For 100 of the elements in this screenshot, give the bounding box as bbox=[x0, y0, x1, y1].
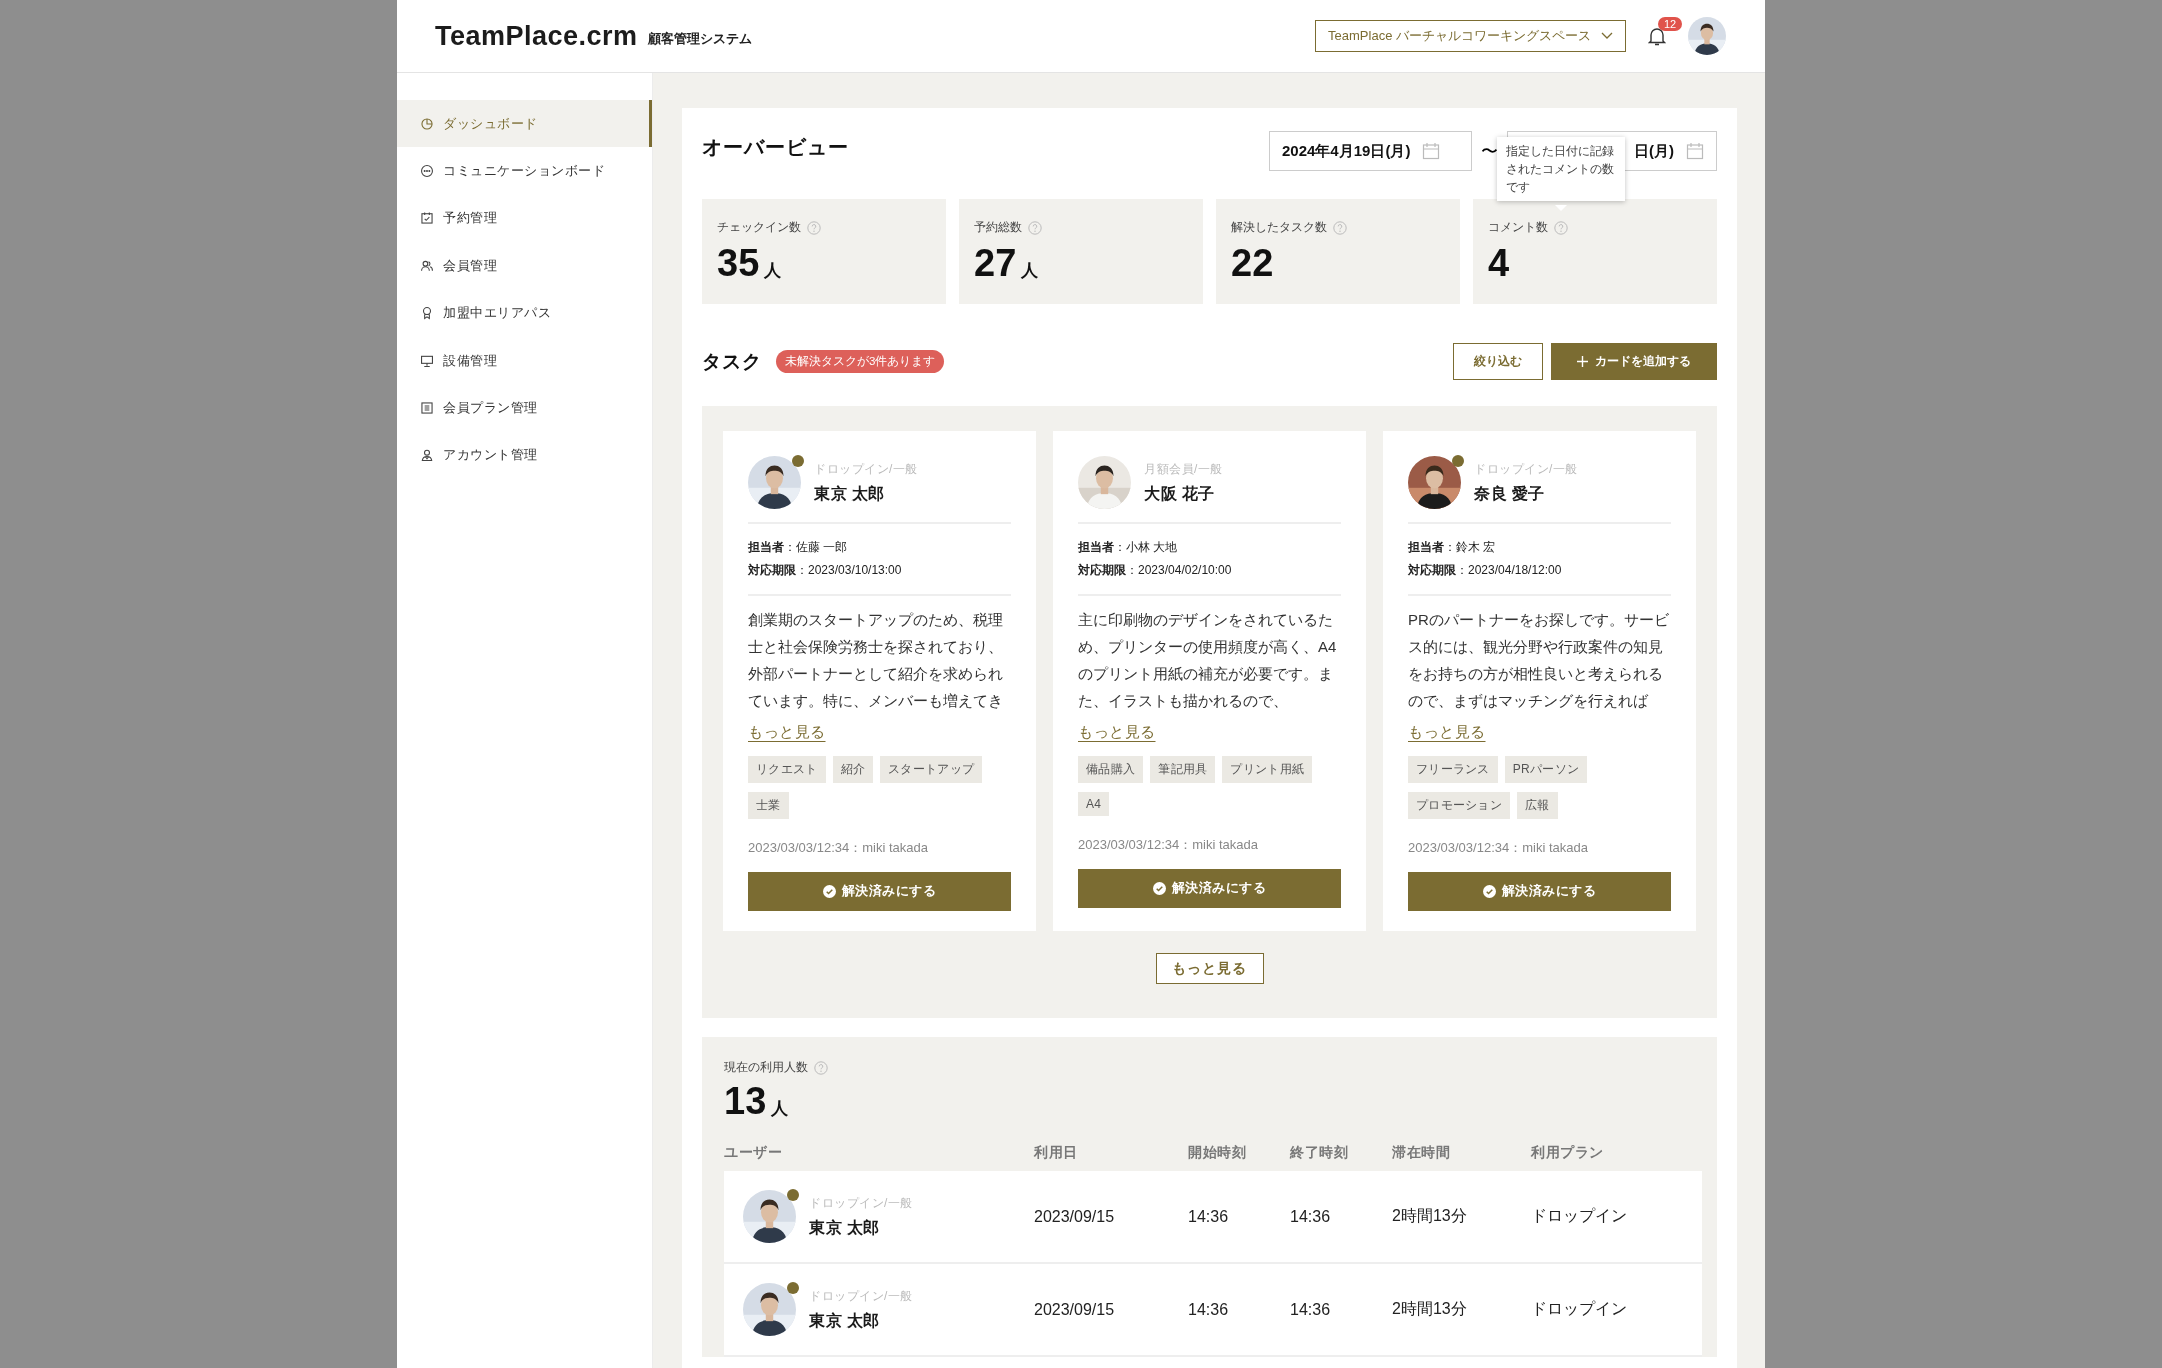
stat-value: 22 bbox=[1231, 242, 1274, 285]
read-more-link[interactable]: もっと見る bbox=[748, 723, 826, 742]
tag: 筆記用具 bbox=[1150, 756, 1216, 783]
table-cell-text: 14:36 bbox=[1290, 1300, 1332, 1319]
table-cell-text: 14:36 bbox=[1188, 1300, 1230, 1319]
sidebar-icon bbox=[420, 448, 434, 463]
tag: A4 bbox=[1078, 792, 1110, 816]
sidebar-item[interactable]: 加盟中エリアパス bbox=[397, 289, 652, 337]
sidebar-icon bbox=[420, 306, 434, 321]
table-cell-text: 2時間13分 bbox=[1392, 1299, 1468, 1319]
comment-meta: 2023/03/03/12:34：miki takada bbox=[1408, 839, 1589, 857]
assignee-text: 担当者：佐藤 一郎 bbox=[748, 539, 849, 556]
due-date-text: 対応期限：2023/04/18/12:00 bbox=[1408, 562, 1563, 579]
stat-label: コメント数 bbox=[1488, 219, 1548, 236]
stat-value: 13 bbox=[724, 1080, 767, 1123]
resolve-button[interactable]: 解決済みにする bbox=[1408, 872, 1671, 911]
notification-badge: 12 bbox=[1658, 17, 1683, 31]
tag: リクエスト bbox=[748, 756, 826, 783]
check-circle-icon bbox=[1152, 882, 1166, 895]
tag: PRパーソン bbox=[1504, 756, 1588, 783]
table-cell-text: ドロップイン bbox=[1531, 1206, 1628, 1226]
tag: スタートアップ bbox=[880, 756, 983, 783]
logo[interactable]: TeamPlace.crm bbox=[435, 20, 638, 52]
tag: プロモーション bbox=[1408, 792, 1511, 819]
add-card-button[interactable]: カードを追加する bbox=[1551, 343, 1717, 380]
plus-icon bbox=[1577, 356, 1588, 367]
app-subtitle: 顧客管理システム bbox=[647, 30, 752, 48]
member-name: 東京 太郎 bbox=[809, 1217, 881, 1238]
show-more-button[interactable]: もっと見る bbox=[1155, 953, 1264, 984]
bell-icon[interactable] bbox=[1648, 26, 1666, 46]
filter-button[interactable]: 絞り込む bbox=[1453, 343, 1543, 380]
sidebar-item[interactable]: ダッシュボード bbox=[397, 100, 652, 148]
date-separator: 〜 bbox=[1481, 140, 1498, 163]
stat-unit: 人 bbox=[764, 260, 782, 282]
member-name: 東京 太郎 bbox=[809, 1310, 881, 1331]
help-icon[interactable] bbox=[1554, 220, 1568, 235]
sidebar-icon bbox=[420, 401, 434, 416]
member-name: 東京 太郎 bbox=[814, 483, 886, 504]
sidebar-icon bbox=[420, 258, 434, 273]
calendar-icon bbox=[1422, 142, 1441, 160]
sidebar-icon bbox=[420, 164, 434, 179]
help-icon[interactable] bbox=[807, 220, 821, 235]
table-cell-text: ドロップイン bbox=[1531, 1299, 1628, 1319]
table-cell-text: 2時間13分 bbox=[1392, 1206, 1468, 1226]
date-field[interactable]: 2024年4月19日(月) bbox=[1269, 131, 1472, 171]
stat-value: 35 bbox=[717, 242, 760, 285]
calendar-icon bbox=[1686, 142, 1704, 160]
sidebar-icon bbox=[420, 353, 434, 368]
section-title: タスク bbox=[702, 349, 762, 374]
status-dot bbox=[787, 1282, 799, 1294]
stat-label: 解決したタスク数 bbox=[1231, 219, 1327, 236]
stat-label: 予約総数 bbox=[974, 219, 1022, 236]
tag: 備品購入 bbox=[1078, 756, 1144, 783]
stat-value: 4 bbox=[1488, 242, 1510, 285]
read-more-link[interactable]: もっと見る bbox=[1078, 723, 1156, 742]
column-header: 開始時刻 bbox=[1188, 1144, 1247, 1162]
task-description: 創業期のスタートアップのため、税理士と社会保険労務士を探されており、外部パートナーとして紹介を求められています。特に、メンバーも増えてき bbox=[748, 610, 1004, 711]
column-header: ユーザー bbox=[724, 1144, 783, 1162]
column-header: 利用プラン bbox=[1531, 1144, 1605, 1162]
comment-meta: 2023/03/03/12:34：miki takada bbox=[1078, 836, 1259, 854]
workspace-dropdown[interactable]: TeamPlace バーチャルコワーキングスペース bbox=[1315, 20, 1626, 52]
sidebar-item[interactable]: 設備管理 bbox=[397, 336, 652, 385]
help-icon[interactable] bbox=[1333, 220, 1347, 235]
due-date-text: 対応期限：2023/03/10/13:00 bbox=[748, 562, 903, 579]
check-circle-icon bbox=[1482, 885, 1496, 898]
member-name: 大阪 花子 bbox=[1144, 483, 1216, 504]
column-header: 終了時刻 bbox=[1290, 1144, 1349, 1162]
sidebar-item[interactable]: コミュニケーションボード bbox=[397, 147, 652, 195]
tag: 広報 bbox=[1517, 792, 1558, 819]
stat-unit: 人 bbox=[1021, 260, 1039, 282]
tag: 士業 bbox=[748, 792, 789, 819]
check-circle-icon bbox=[822, 885, 836, 898]
resolve-button[interactable]: 解決済みにする bbox=[748, 872, 1011, 911]
sidebar-item[interactable]: 会員管理 bbox=[397, 242, 652, 290]
tag: フリーランス bbox=[1408, 756, 1498, 783]
sidebar-icon bbox=[420, 211, 434, 226]
assignee-text: 担当者：小林 大地 bbox=[1078, 539, 1179, 556]
status-dot bbox=[792, 455, 804, 467]
sidebar-item[interactable]: 会員プラン管理 bbox=[397, 384, 652, 432]
help-icon[interactable] bbox=[1028, 220, 1042, 235]
tag: プリント用紙 bbox=[1222, 756, 1313, 783]
sidebar-item[interactable]: 予約管理 bbox=[397, 194, 652, 243]
comment-meta: 2023/03/03/12:34：miki takada bbox=[748, 839, 929, 857]
sidebar-icon bbox=[420, 116, 434, 131]
stat-unit: 人 bbox=[771, 1098, 789, 1120]
task-description: PRのパートナーをお探しです。サービス的には、観光分野や行政案件の知見をお持ちの方が相性良いと考えられるので、まずはマッチングを行えれば bbox=[1408, 610, 1670, 711]
task-description: 主に印刷物のデザインをされているため、プリンターの使用頻度が高く、A4のプリント用紙の補充が必要です。また、イラストも描かれるので、 bbox=[1078, 610, 1338, 711]
status-dot bbox=[787, 1189, 799, 1201]
resolve-button[interactable]: 解決済みにする bbox=[1078, 869, 1341, 908]
table-cell-text: 2023/09/15 bbox=[1034, 1207, 1116, 1226]
column-header: 滞在時間 bbox=[1392, 1144, 1451, 1162]
table-cell-text: 14:36 bbox=[1290, 1207, 1332, 1226]
sidebar-item[interactable]: アカウント管理 bbox=[397, 431, 652, 480]
tooltip-pointer bbox=[1555, 205, 1567, 211]
stat-value: 27 bbox=[974, 242, 1017, 285]
read-more-link[interactable]: もっと見る bbox=[1408, 723, 1486, 742]
stat-label: 現在の利用人数 bbox=[724, 1059, 808, 1076]
due-date-text: 対応期限：2023/04/02/10:00 bbox=[1078, 562, 1233, 579]
member-name: 奈良 愛子 bbox=[1474, 483, 1546, 504]
help-icon[interactable] bbox=[814, 1060, 828, 1075]
